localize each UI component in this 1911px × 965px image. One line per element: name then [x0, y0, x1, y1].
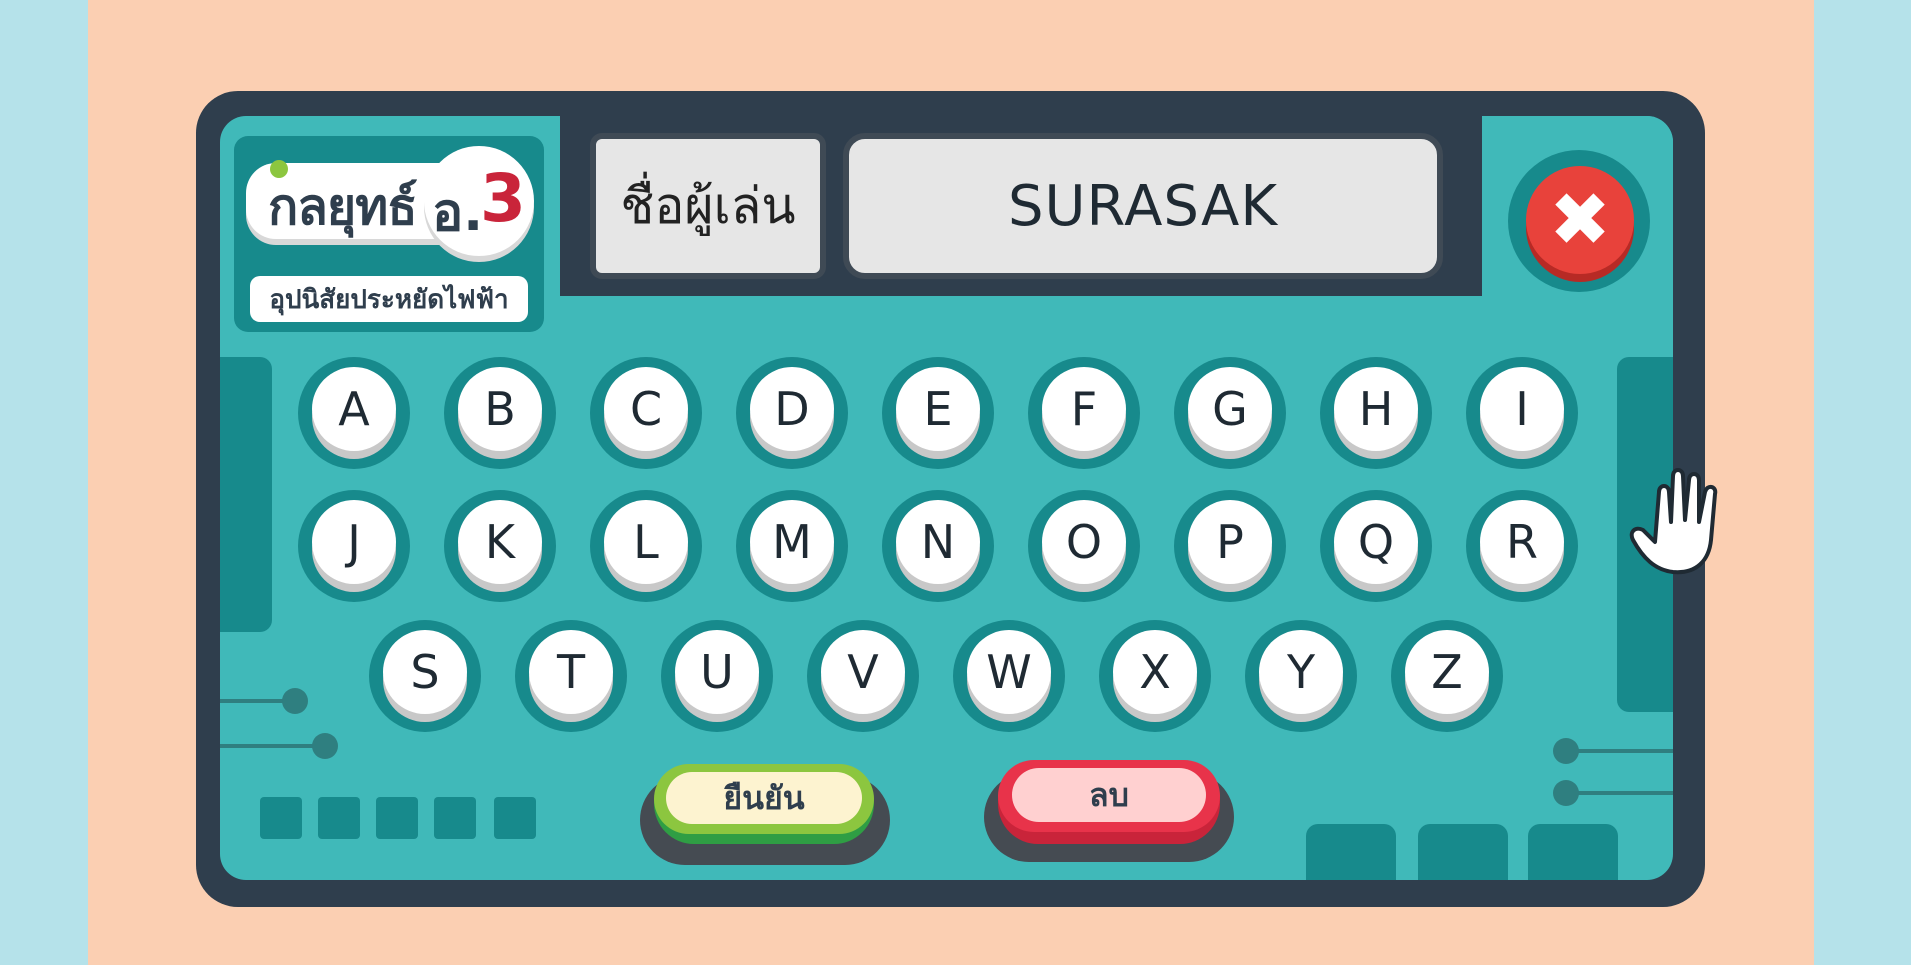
key-f-ring: F: [1028, 357, 1140, 469]
key-k-ring: K: [444, 490, 556, 602]
close-button[interactable]: ✖: [1526, 166, 1634, 274]
key-d[interactable]: D: [750, 367, 834, 451]
logo-title: กลยุทธ์: [268, 178, 418, 236]
circuit-line: [1578, 791, 1673, 795]
circuit-dot: [1553, 738, 1579, 764]
logo-o-label: อ.: [432, 183, 483, 243]
key-r-ring: R: [1466, 490, 1578, 602]
hand-cursor-icon: [1629, 468, 1718, 575]
key-a[interactable]: A: [312, 367, 396, 451]
key-y[interactable]: Y: [1259, 630, 1343, 714]
key-c-ring: C: [590, 357, 702, 469]
key-g-ring: G: [1174, 357, 1286, 469]
key-o-ring: O: [1028, 490, 1140, 602]
key-s-ring: S: [369, 620, 481, 732]
key-s[interactable]: S: [383, 630, 467, 714]
circuit-line: [220, 744, 320, 748]
key-b[interactable]: B: [458, 367, 542, 451]
key-w-ring: W: [953, 620, 1065, 732]
key-v-ring: V: [807, 620, 919, 732]
key-t[interactable]: T: [529, 630, 613, 714]
key-o[interactable]: O: [1042, 500, 1126, 584]
key-v[interactable]: V: [821, 630, 905, 714]
confirm-button-label: ยืนยัน: [666, 772, 862, 824]
key-k[interactable]: K: [458, 500, 542, 584]
key-q-ring: Q: [1320, 490, 1432, 602]
circuit-dot: [312, 733, 338, 759]
player-name-label: ชื่อผู้เล่น: [590, 133, 826, 279]
deco-block: [1306, 824, 1396, 880]
key-m-ring: M: [736, 490, 848, 602]
key-r[interactable]: R: [1480, 500, 1564, 584]
key-t-ring: T: [515, 620, 627, 732]
key-d-ring: D: [736, 357, 848, 469]
key-z[interactable]: Z: [1405, 630, 1489, 714]
key-w[interactable]: W: [967, 630, 1051, 714]
key-a-ring: A: [298, 357, 410, 469]
key-p-ring: P: [1174, 490, 1286, 602]
delete-button[interactable]: ลบ: [998, 760, 1220, 844]
deco-block: [1528, 824, 1618, 880]
key-y-ring: Y: [1245, 620, 1357, 732]
key-m[interactable]: M: [750, 500, 834, 584]
key-l[interactable]: L: [604, 500, 688, 584]
key-x-ring: X: [1099, 620, 1211, 732]
key-n[interactable]: N: [896, 500, 980, 584]
deco-square: [376, 797, 418, 839]
circuit-dot: [282, 688, 308, 714]
key-z-ring: Z: [1391, 620, 1503, 732]
key-e[interactable]: E: [896, 367, 980, 451]
logo-subtitle: อุปนิสัยประหยัดไฟฟ้า: [250, 276, 528, 322]
key-i-ring: I: [1466, 357, 1578, 469]
key-u[interactable]: U: [675, 630, 759, 714]
key-p[interactable]: P: [1188, 500, 1272, 584]
close-icon: ✖: [1548, 177, 1611, 263]
circuit-dot: [1553, 780, 1579, 806]
key-u-ring: U: [661, 620, 773, 732]
key-x[interactable]: X: [1113, 630, 1197, 714]
deco-square: [434, 797, 476, 839]
deco-square: [260, 797, 302, 839]
player-name-field: SURASAK: [843, 133, 1443, 279]
logo-number: 3: [480, 160, 526, 237]
key-b-ring: B: [444, 357, 556, 469]
key-g[interactable]: G: [1188, 367, 1272, 451]
key-l-ring: L: [590, 490, 702, 602]
side-panel-left: [220, 357, 272, 632]
key-i[interactable]: I: [1480, 367, 1564, 451]
confirm-button[interactable]: ยืนยัน: [654, 764, 874, 844]
key-f[interactable]: F: [1042, 367, 1126, 451]
key-c[interactable]: C: [604, 367, 688, 451]
key-j[interactable]: J: [312, 500, 396, 584]
key-n-ring: N: [882, 490, 994, 602]
deco-square: [494, 797, 536, 839]
key-h[interactable]: H: [1334, 367, 1418, 451]
key-j-ring: J: [298, 490, 410, 602]
deco-square: [318, 797, 360, 839]
key-e-ring: E: [882, 357, 994, 469]
deco-block: [1418, 824, 1508, 880]
circuit-line: [1578, 749, 1673, 753]
key-q[interactable]: Q: [1334, 500, 1418, 584]
delete-button-label: ลบ: [1012, 768, 1206, 822]
key-h-ring: H: [1320, 357, 1432, 469]
